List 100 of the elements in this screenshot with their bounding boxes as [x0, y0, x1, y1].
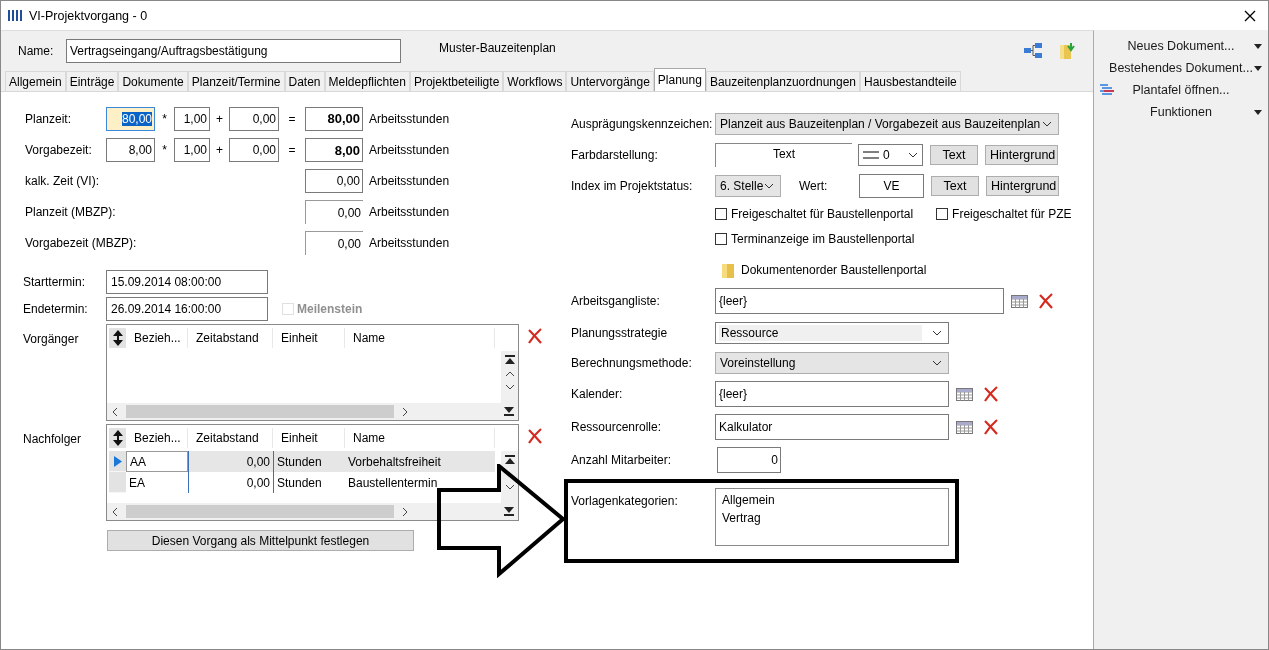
table-cell: 0,00: [188, 472, 273, 493]
operator: *: [161, 143, 168, 157]
plan-name: Muster-Bauzeitenplan: [439, 41, 556, 55]
tab[interactable]: Daten: [284, 71, 325, 91]
field-label: Ausprägungskennzeichen:: [571, 117, 714, 131]
field-label: Nachfolger: [23, 431, 83, 446]
field-label: Farbdarstellung:: [571, 148, 659, 162]
folder-link[interactable]: Dokumentenorder Baustellenportal: [741, 263, 927, 277]
dropdown[interactable]: Voreinstellung: [715, 351, 949, 374]
value-field: 0,00: [305, 231, 363, 255]
field-label: Arbeitsgangliste:: [571, 294, 661, 308]
checkbox-label: Terminanzeige im Baustellenportal: [731, 232, 915, 246]
dropdown[interactable]: Planzeit aus Bauzeitenplan / Vorgabezeit aus Bauzeitenplan: [715, 113, 1059, 135]
table-cell-text: EA: [128, 474, 146, 492]
column-header[interactable]: Bezieh...: [126, 328, 188, 348]
result-field[interactable]: 8,00: [305, 138, 363, 162]
operator: *: [161, 111, 168, 126]
column-header[interactable]: Bezieh...: [126, 428, 188, 448]
checkbox-label: Freigeschaltet für Baustellenportal: [731, 207, 914, 221]
table-cell: Stunden: [273, 451, 345, 472]
name-label: Name:: [18, 44, 55, 58]
table-cell: AA: [126, 451, 188, 472]
field-label: Index im Projektstatus:: [571, 179, 694, 193]
column-header[interactable]: Name: [345, 328, 495, 348]
sidebar-item[interactable]: Bestehendes Dokument...: [1094, 57, 1268, 79]
tab[interactable]: Hausbestandteile: [860, 71, 961, 91]
result-field[interactable]: 80,00: [305, 106, 363, 131]
column-header[interactable]: Einheit: [273, 328, 345, 348]
column-header[interactable]: Zeitabstand: [188, 428, 273, 448]
table-cell: 0,00: [188, 451, 273, 472]
tab[interactable]: Allgemein: [5, 71, 66, 91]
value-field[interactable]: VE: [859, 174, 924, 198]
sidebar-item[interactable]: Neues Dokument...: [1094, 35, 1268, 57]
text-color-button[interactable]: Text: [930, 145, 978, 165]
addend-field[interactable]: 0,00: [229, 138, 279, 162]
unit-label: Arbeitsstunden: [369, 143, 450, 157]
tab[interactable]: Workflows: [503, 71, 567, 91]
field-label: Vorlagenkategorien:: [571, 493, 679, 508]
list-item[interactable]: Vertrag: [722, 511, 761, 525]
window-title: VI-Projektvorgang - 0: [29, 8, 148, 23]
tab[interactable]: Bauzeitenplanzuordnungen: [705, 71, 860, 91]
table-cell-text: Baustellentermin: [347, 474, 439, 492]
base-field[interactable]: 80,00: [106, 106, 155, 131]
lookup-field[interactable]: Kalkulator: [715, 414, 949, 440]
tab[interactable]: Projektbeteiligte: [409, 71, 504, 91]
text-color-button[interactable]: Text: [931, 176, 979, 196]
operator: +: [215, 143, 224, 157]
unit-label: Arbeitsstunden: [369, 174, 450, 188]
lookup-field[interactable]: {leer}: [715, 381, 949, 407]
field-label: Vorgabezeit:: [25, 143, 93, 157]
field-label: Planzeit (MBZP):: [25, 205, 117, 219]
field-label: Endetermin:: [23, 302, 89, 316]
checkbox-label: Meilenstein: [297, 302, 363, 316]
factor-field[interactable]: 1,00: [174, 106, 210, 131]
field-label: Planungsstrategie: [571, 325, 669, 340]
unit-label: Arbeitsstunden: [369, 236, 450, 250]
field-label: Planzeit:: [25, 111, 73, 126]
line-dropdown[interactable]: 0: [858, 144, 923, 166]
column-header[interactable]: Zeitabstand: [188, 328, 273, 348]
name-field[interactable]: Vertragseingang/Auftragsbestätigung: [66, 39, 401, 63]
field-label: kalk. Zeit (VI):: [25, 174, 100, 188]
operator: =: [287, 111, 297, 126]
field-label: Wert:: [799, 179, 829, 193]
field-label: Berechnungsmethode:: [571, 355, 693, 370]
field-label: Ressourcenrolle:: [571, 420, 663, 434]
sidebar-item[interactable]: Plantafel öffnen...: [1094, 79, 1268, 101]
list-item[interactable]: Allgemein: [722, 493, 775, 507]
background-color-button[interactable]: Hintergrund: [986, 176, 1059, 196]
factor-field[interactable]: 1,00: [174, 138, 210, 162]
tab[interactable]: Untervorgänge: [566, 71, 654, 91]
tab[interactable]: Planung: [653, 68, 706, 91]
tab[interactable]: Einträge: [65, 71, 119, 91]
field-label: Kalender:: [571, 387, 624, 401]
field-label: Vorgänger: [23, 331, 80, 346]
value-field[interactable]: 0,00: [305, 169, 363, 193]
column-header[interactable]: Einheit: [273, 428, 345, 448]
unit-label: Arbeitsstunden: [369, 205, 450, 219]
date-field[interactable]: 26.09.2014 16:00:00: [106, 297, 268, 321]
lookup-field[interactable]: {leer}: [715, 288, 1004, 314]
unit-label: Arbeitsstunden: [369, 111, 450, 126]
operator: =: [287, 143, 297, 157]
background-color-button[interactable]: Hintergrund: [985, 145, 1058, 165]
field-label: Vorgabezeit (MBZP):: [25, 236, 138, 250]
checkbox-label: Freigeschaltet für PZE: [952, 207, 1072, 221]
sidebar-item[interactable]: Funktionen: [1094, 101, 1268, 123]
tab[interactable]: Planzeit/Termine: [187, 71, 285, 91]
number-field[interactable]: 0: [717, 447, 781, 473]
value-field: 0,00: [305, 200, 363, 224]
color-preview: Text: [715, 143, 852, 167]
operator: +: [215, 111, 224, 126]
tab[interactable]: Dokumente: [118, 71, 188, 91]
center-button[interactable]: Diesen Vorgang als Mittelpunkt festlegen: [107, 530, 414, 551]
date-field[interactable]: 15.09.2014 08:00:00: [106, 270, 268, 294]
dropdown[interactable]: Ressource: [715, 321, 949, 344]
base-field[interactable]: 8,00: [106, 138, 155, 162]
dropdown[interactable]: 6. Stelle: [715, 175, 781, 197]
tab[interactable]: Meldepflichten: [324, 71, 410, 91]
addend-field[interactable]: 0,00: [229, 106, 279, 131]
table-cell: Vorbehaltsfreiheit: [345, 451, 495, 472]
column-header[interactable]: Name: [345, 428, 495, 448]
